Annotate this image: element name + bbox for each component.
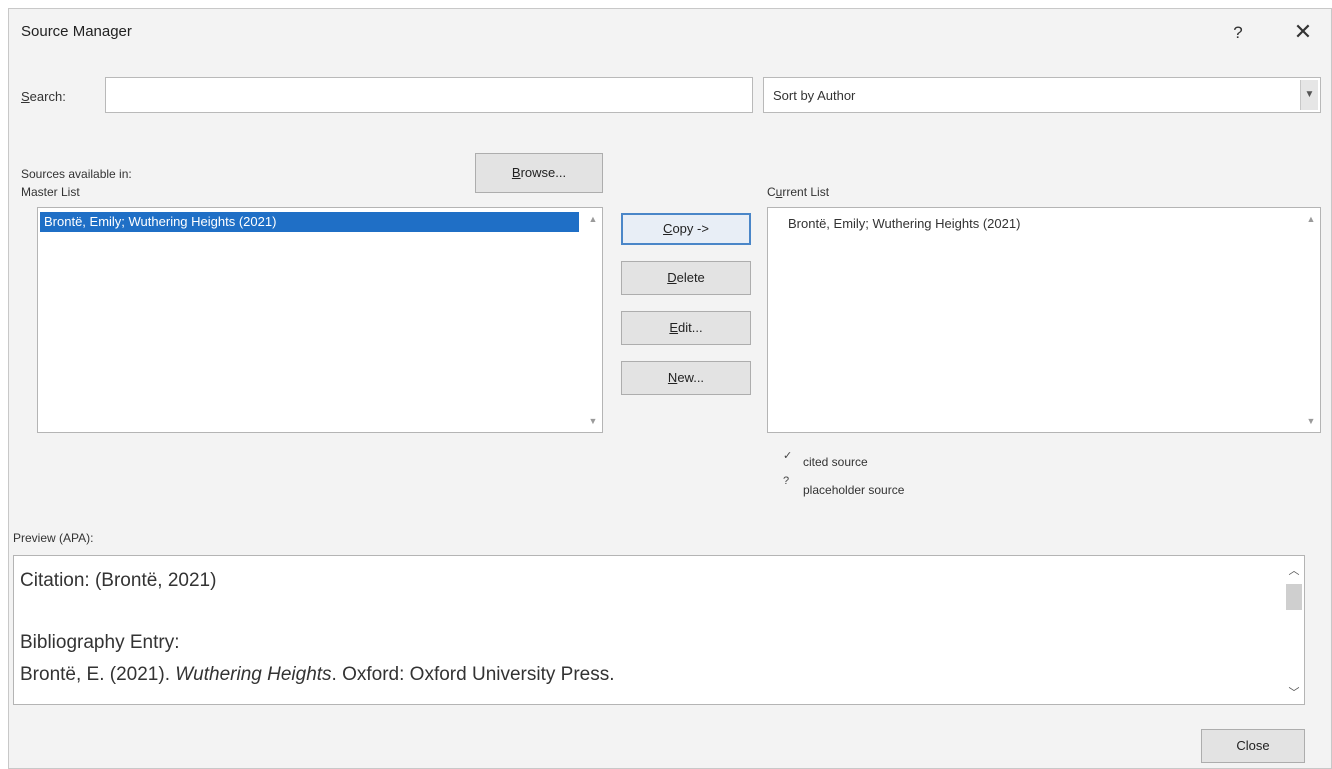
- new-button[interactable]: New...: [621, 361, 751, 395]
- new-label: ew...: [677, 370, 705, 385]
- edit-accesskey: E: [669, 320, 679, 335]
- browse-button[interactable]: Browse...: [475, 153, 603, 193]
- scroll-up-icon[interactable]: ▲: [1302, 210, 1320, 228]
- chevron-down-icon[interactable]: ▼: [1300, 80, 1318, 110]
- master-list-label: Master List: [21, 185, 80, 199]
- current-list[interactable]: Brontë, Emily; Wuthering Heights (2021) …: [767, 207, 1321, 433]
- search-input[interactable]: [105, 77, 753, 113]
- scroll-thumb[interactable]: [1286, 584, 1302, 610]
- edit-button[interactable]: Edit...: [621, 311, 751, 345]
- chevron-down-icon[interactable]: ﹀: [1284, 684, 1304, 700]
- help-button[interactable]: ?: [1223, 19, 1253, 47]
- sort-select-value: Sort by Author: [773, 88, 856, 103]
- current-list-label-first: C: [767, 185, 776, 199]
- bib-title: Wuthering Heights: [175, 664, 332, 685]
- browse-accesskey: B: [511, 165, 521, 180]
- preview-bibliography-heading: Bibliography Entry:: [20, 632, 180, 653]
- new-accesskey: N: [667, 370, 678, 385]
- bib-author: Brontë, E. (2021).: [20, 664, 176, 685]
- master-list[interactable]: Brontë, Emily; Wuthering Heights (2021) …: [37, 207, 603, 433]
- dialog-title: Source Manager: [21, 23, 132, 40]
- scroll-up-icon[interactable]: ▲: [584, 210, 602, 228]
- current-list-scrollbar[interactable]: ▲ ▼: [1302, 208, 1320, 432]
- bib-publisher: . Oxford: Oxford University Press.: [331, 664, 615, 685]
- placeholder-source-label: placeholder source: [803, 483, 905, 497]
- search-label-accesskey: S: [21, 89, 30, 104]
- cited-source-icon: ✓: [783, 450, 793, 462]
- current-list-item[interactable]: Brontë, Emily; Wuthering Heights (2021): [788, 216, 1020, 231]
- sources-available-label: Sources available in:: [21, 167, 132, 181]
- master-list-item[interactable]: Brontë, Emily; Wuthering Heights (2021): [40, 212, 579, 232]
- delete-accesskey: D: [667, 270, 677, 285]
- delete-label: elete: [676, 270, 705, 285]
- placeholder-source-icon: ?: [783, 475, 790, 487]
- copy-button[interactable]: Copy ->: [621, 213, 751, 245]
- search-label-text: earch:: [29, 89, 66, 104]
- copy-label: opy ->: [672, 221, 709, 236]
- sort-select[interactable]: Sort by Author ▼: [763, 77, 1321, 113]
- preview-citation: Citation: (Brontë, 2021): [20, 570, 217, 591]
- current-list-label-rest: rrent List: [782, 185, 830, 199]
- chevron-up-icon[interactable]: ︿: [1284, 562, 1304, 578]
- cited-source-label: cited source: [803, 455, 868, 469]
- edit-label: dit...: [678, 320, 703, 335]
- close-icon[interactable]: ✕: [1285, 17, 1321, 47]
- preview-pane: Citation: (Brontë, 2021) Bibliography En…: [13, 555, 1305, 705]
- current-list-label: Current List: [767, 185, 829, 199]
- scroll-down-icon[interactable]: ▼: [584, 412, 602, 430]
- source-manager-dialog: Source Manager ? ✕ Search: Sort by Autho…: [8, 8, 1332, 769]
- preview-bibliography-entry: Brontë, E. (2021). Wuthering Heights. Ox…: [20, 664, 615, 686]
- scroll-down-icon[interactable]: ▼: [1302, 412, 1320, 430]
- search-label: Search:: [21, 89, 66, 104]
- delete-button[interactable]: Delete: [621, 261, 751, 295]
- browse-label: rowse...: [520, 165, 567, 180]
- preview-label: Preview (APA):: [13, 531, 94, 545]
- preview-scrollbar[interactable]: ︿ ﹀: [1284, 556, 1304, 704]
- master-list-scrollbar[interactable]: ▲ ▼: [584, 208, 602, 432]
- close-button[interactable]: Close: [1201, 729, 1305, 763]
